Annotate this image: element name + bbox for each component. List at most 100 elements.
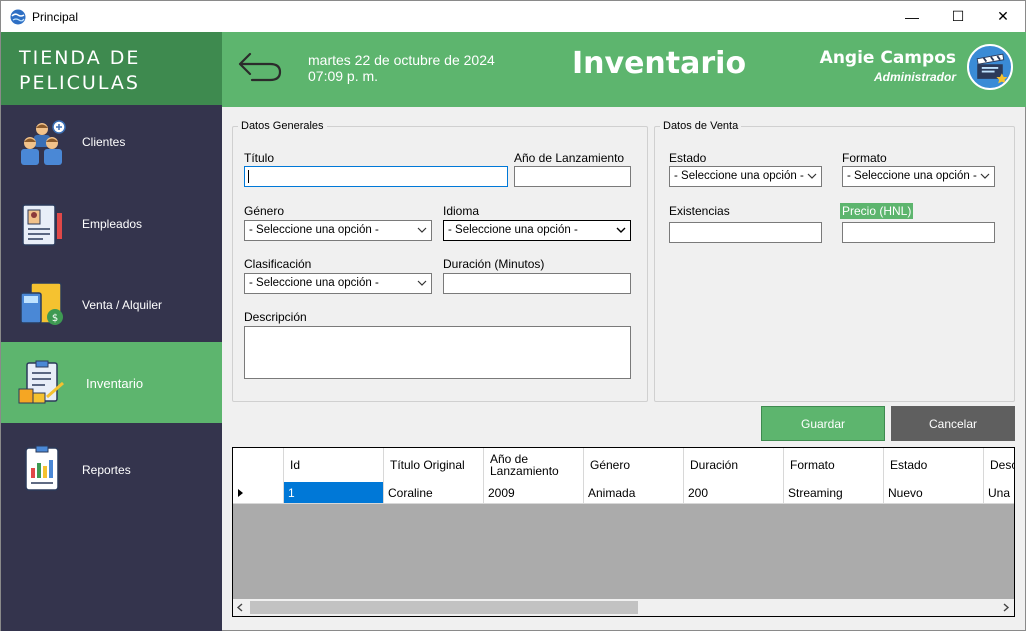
descripcion-textarea[interactable] [244, 326, 631, 379]
genero-select[interactable]: - Seleccione una opción - [244, 220, 432, 241]
idioma-label: Idioma [443, 204, 480, 218]
sidebar-item-label: Inventario [86, 376, 144, 391]
precio-label: Precio (HNL) [840, 203, 914, 219]
sidebar-item-empleados[interactable]: Empleados [1, 186, 222, 267]
scroll-left-icon[interactable] [236, 603, 244, 612]
datos-generales-legend: Datos Generales [241, 120, 324, 132]
row-selector[interactable] [233, 482, 284, 504]
user-role: Administrador [873, 70, 956, 84]
cancel-button[interactable]: Cancelar [891, 406, 1015, 441]
window-title: Principal [32, 10, 79, 24]
save-button[interactable]: Guardar [761, 406, 885, 441]
idioma-select[interactable]: - Seleccione una opción - [443, 220, 631, 241]
sidebar-item-clientes[interactable]: Clientes [1, 105, 222, 186]
inventory-table[interactable]: Id Título Original Año de Lanzamiento Gé… [232, 447, 1015, 617]
column-header-anio[interactable]: Año de Lanzamiento [484, 448, 584, 482]
horizontal-scrollbar[interactable] [233, 599, 1014, 616]
cell-id[interactable]: 1 [284, 482, 384, 504]
minimize-button[interactable]: — [889, 1, 935, 32]
chevron-down-icon [980, 173, 990, 179]
maximize-icon: ☐ [951, 8, 965, 24]
sales-icon: $ [20, 282, 63, 325]
sidebar-item-label: Empleados [82, 217, 143, 231]
column-header-id[interactable]: Id [284, 448, 384, 482]
cell-descripcion[interactable]: Una n [984, 482, 1014, 504]
formato-select[interactable]: - Seleccione una opción - [842, 166, 995, 187]
chevron-down-icon [417, 280, 427, 286]
cell-formato[interactable]: Streaming [784, 482, 884, 504]
table-header: Id Título Original Año de Lanzamiento Gé… [233, 448, 1014, 482]
chevron-down-icon [417, 227, 427, 233]
clasificacion-label: Clasificación [244, 257, 312, 271]
back-arrow-icon[interactable] [236, 50, 284, 84]
clients-icon [21, 120, 66, 165]
app-icon [10, 9, 26, 25]
title-bar: Principal — ☐ ✕ [1, 1, 1025, 32]
user-name: Angie Campos [819, 48, 956, 68]
chevron-down-icon [807, 173, 817, 179]
duracion-input[interactable] [443, 273, 631, 294]
user-info: Angie Campos Administrador [820, 48, 956, 84]
column-header-formato[interactable]: Formato [784, 448, 884, 482]
header-bar: martes 22 de octubre de 2024 07:09 p. m.… [222, 32, 1026, 107]
titulo-input[interactable] [244, 166, 508, 187]
anio-input[interactable] [514, 166, 631, 187]
cell-anio[interactable]: 2009 [484, 482, 584, 504]
row-pointer-icon [238, 489, 243, 497]
column-header-titulo[interactable]: Título Original [384, 448, 484, 482]
sidebar-item-label: Clientes [82, 135, 126, 149]
clasificacion-value: - Seleccione una opción - [249, 277, 379, 289]
cell-titulo[interactable]: Coraline [384, 482, 484, 504]
clasificacion-select[interactable]: - Seleccione una opción - [244, 273, 432, 294]
scroll-right-icon[interactable] [1002, 603, 1010, 612]
column-header-descripcion[interactable]: Desc [984, 448, 1014, 482]
formato-value: - Seleccione una opción - [847, 170, 977, 182]
column-header-estado[interactable]: Estado [884, 448, 984, 482]
logo-line-2: PELICULAS [19, 72, 140, 94]
cell-genero[interactable]: Animada [584, 482, 684, 504]
store-logo: TIENDA DE PELICULAS [1, 32, 222, 105]
avatar [967, 44, 1013, 90]
column-header-genero[interactable]: Género [584, 448, 684, 482]
anio-label: Año de Lanzamiento [514, 151, 625, 165]
row-header-corner [233, 448, 284, 482]
titulo-label: Título [244, 151, 275, 165]
employees-icon [22, 204, 62, 246]
genero-label: Género [244, 204, 285, 218]
text-cursor [248, 170, 249, 183]
sidebar: TIENDA DE PELICULAS Clientes Empleados $… [1, 32, 222, 631]
cell-estado[interactable]: Nuevo [884, 482, 984, 504]
scroll-thumb[interactable] [250, 601, 638, 614]
existencias-input[interactable] [669, 222, 822, 243]
genero-value: - Seleccione una opción - [249, 224, 379, 236]
close-icon: ✕ [997, 8, 1009, 24]
estado-label: Estado [669, 151, 707, 165]
datos-venta-group: Datos de Venta [654, 120, 1015, 402]
sidebar-item-label: Reportes [82, 463, 131, 477]
date-text: martes 22 de octubre de 2024 [308, 52, 495, 68]
reports-icon [25, 445, 59, 491]
main-window: Principal — ☐ ✕ TIENDA DE PELICULAS Clie… [0, 0, 1026, 631]
inventory-icon [18, 360, 64, 404]
precio-input[interactable] [842, 222, 995, 243]
sidebar-item-venta-alquiler[interactable]: $ Venta / Alquiler [1, 267, 222, 348]
existencias-label: Existencias [669, 204, 730, 218]
sidebar-item-label: Venta / Alquiler [82, 298, 163, 312]
sidebar-item-inventario[interactable]: Inventario [1, 342, 222, 423]
logo-line-1: TIENDA DE [19, 47, 141, 69]
estado-select[interactable]: - Seleccione una opción - [669, 166, 822, 187]
formato-label: Formato [842, 151, 887, 165]
datos-venta-legend: Datos de Venta [663, 120, 739, 132]
time-text: 07:09 p. m. [308, 68, 379, 84]
idioma-value: - Seleccione una opción - [448, 224, 578, 236]
column-header-duracion[interactable]: Duración [684, 448, 784, 482]
chevron-down-icon [616, 227, 626, 233]
cell-duracion[interactable]: 200 [684, 482, 784, 504]
estado-value: - Seleccione una opción - [674, 170, 804, 182]
sidebar-item-reportes[interactable]: Reportes [1, 428, 222, 509]
table-row[interactable]: 1 Coraline 2009 Animada 200 Streaming Nu… [233, 482, 1014, 504]
maximize-button[interactable]: ☐ [935, 1, 981, 32]
close-button[interactable]: ✕ [980, 1, 1026, 32]
duracion-label: Duración (Minutos) [443, 257, 545, 271]
page-title: Inventario [572, 46, 747, 81]
